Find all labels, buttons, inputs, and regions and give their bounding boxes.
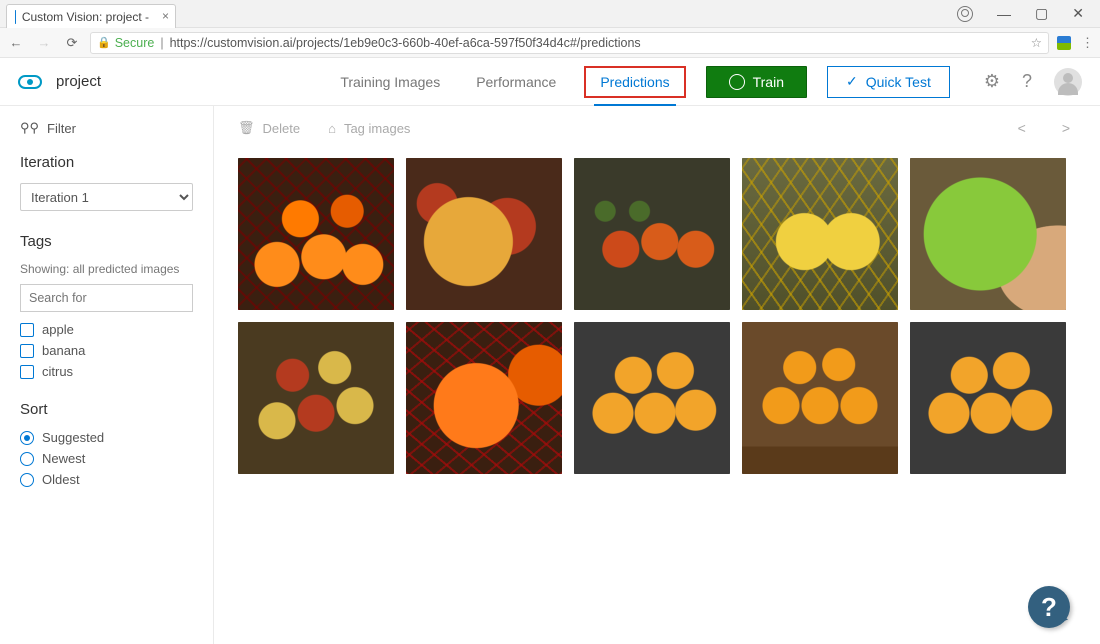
- tag-images-label: Tag images: [344, 121, 410, 136]
- tab-close-icon[interactable]: ×: [162, 9, 169, 23]
- window-minimize-icon[interactable]: —: [997, 6, 1011, 22]
- tag-label: citrus: [42, 364, 73, 379]
- tab-training-images[interactable]: Training Images: [332, 60, 448, 104]
- filter-icon: ⚲⚲: [20, 120, 39, 136]
- prediction-thumbnail[interactable]: [574, 322, 730, 474]
- settings-gear-icon[interactable]: ⚙: [984, 71, 1000, 92]
- help-bubble-label: ?: [1041, 592, 1057, 623]
- sidebar-filter-row[interactable]: ⚲⚲ Filter: [20, 120, 193, 136]
- radio-icon: [20, 431, 34, 445]
- tags-search-input[interactable]: [20, 284, 193, 312]
- user-avatar[interactable]: [1054, 68, 1082, 96]
- prediction-thumbnail[interactable]: [238, 322, 394, 474]
- help-chat-bubble-icon[interactable]: ?: [1028, 586, 1070, 628]
- lock-icon: 🔒: [97, 36, 111, 49]
- bookmark-star-icon[interactable]: ☆: [1031, 35, 1042, 50]
- radio-icon: [20, 452, 34, 466]
- tag-icon: ⌂: [328, 121, 336, 136]
- tab-predictions[interactable]: Predictions: [584, 66, 685, 98]
- quick-test-button[interactable]: ✓ Quick Test: [827, 66, 950, 98]
- help-question-icon[interactable]: ?: [1022, 71, 1032, 92]
- tags-showing-text: Showing: all predicted images: [20, 262, 193, 276]
- tab-favicon: [15, 10, 16, 24]
- iteration-heading: Iteration: [20, 154, 193, 171]
- prediction-thumbnail[interactable]: [406, 158, 562, 310]
- sort-label: Newest: [42, 451, 85, 466]
- tag-images-button[interactable]: ⌂ Tag images: [328, 121, 410, 136]
- chrome-profile-icon[interactable]: [957, 6, 973, 22]
- iteration-select[interactable]: Iteration 1: [20, 183, 193, 211]
- quick-test-button-label: Quick Test: [866, 74, 931, 90]
- train-button-label: Train: [753, 74, 784, 90]
- delete-label: Delete: [263, 121, 301, 136]
- delete-button[interactable]: 🗑 Delete: [238, 120, 300, 136]
- sort-heading: Sort: [20, 401, 193, 418]
- sort-option-newest[interactable]: Newest: [20, 451, 193, 466]
- quicktest-check-icon: ✓: [846, 73, 858, 90]
- sort-label: Suggested: [42, 430, 104, 445]
- prediction-thumbnail[interactable]: [910, 322, 1066, 474]
- tag-checkbox-apple[interactable]: apple: [20, 322, 193, 337]
- sort-option-oldest[interactable]: Oldest: [20, 472, 193, 487]
- tag-label: apple: [42, 322, 74, 337]
- nav-reload-icon[interactable]: ⟳: [62, 35, 82, 51]
- page-next-icon[interactable]: >: [1062, 120, 1070, 136]
- nav-back-icon[interactable]: ←: [6, 35, 26, 50]
- train-button[interactable]: Train: [706, 66, 807, 98]
- window-close-icon[interactable]: ✕: [1072, 5, 1096, 22]
- windows-app-icon[interactable]: [1057, 36, 1071, 50]
- prediction-thumbnail[interactable]: [742, 322, 898, 474]
- prediction-thumbnail[interactable]: [910, 158, 1066, 310]
- chrome-menu-icon[interactable]: ⋮: [1081, 35, 1094, 51]
- secure-label: Secure: [115, 36, 155, 50]
- tab-title: Custom Vision: project -: [22, 10, 149, 24]
- project-name[interactable]: project: [56, 73, 101, 90]
- prediction-thumbnail[interactable]: [742, 158, 898, 310]
- train-gear-icon: [729, 74, 745, 90]
- tag-label: banana: [42, 343, 85, 358]
- filter-label: Filter: [47, 121, 76, 136]
- page-prev-icon[interactable]: <: [1018, 120, 1026, 136]
- prediction-thumbnail[interactable]: [574, 158, 730, 310]
- radio-icon: [20, 473, 34, 487]
- tab-performance[interactable]: Performance: [468, 60, 564, 104]
- checkbox-icon: [20, 344, 34, 358]
- sort-label: Oldest: [42, 472, 80, 487]
- nav-forward-icon: →: [34, 35, 54, 50]
- prediction-thumbnail[interactable]: [238, 158, 394, 310]
- custom-vision-logo-icon[interactable]: [18, 75, 42, 89]
- checkbox-icon: [20, 323, 34, 337]
- sort-option-suggested[interactable]: Suggested: [20, 430, 193, 445]
- tags-heading: Tags: [20, 233, 193, 250]
- checkbox-icon: [20, 365, 34, 379]
- window-maximize-icon[interactable]: ▢: [1035, 5, 1048, 22]
- trash-icon: 🗑: [238, 120, 255, 136]
- address-bar[interactable]: 🔒 Secure | https://customvision.ai/proje…: [90, 32, 1049, 54]
- browser-tab[interactable]: Custom Vision: project - ×: [6, 4, 176, 28]
- url-text: https://customvision.ai/projects/1eb9e0c…: [170, 36, 641, 50]
- tag-checkbox-citrus[interactable]: citrus: [20, 364, 193, 379]
- prediction-thumbnail[interactable]: [406, 322, 562, 474]
- tag-checkbox-banana[interactable]: banana: [20, 343, 193, 358]
